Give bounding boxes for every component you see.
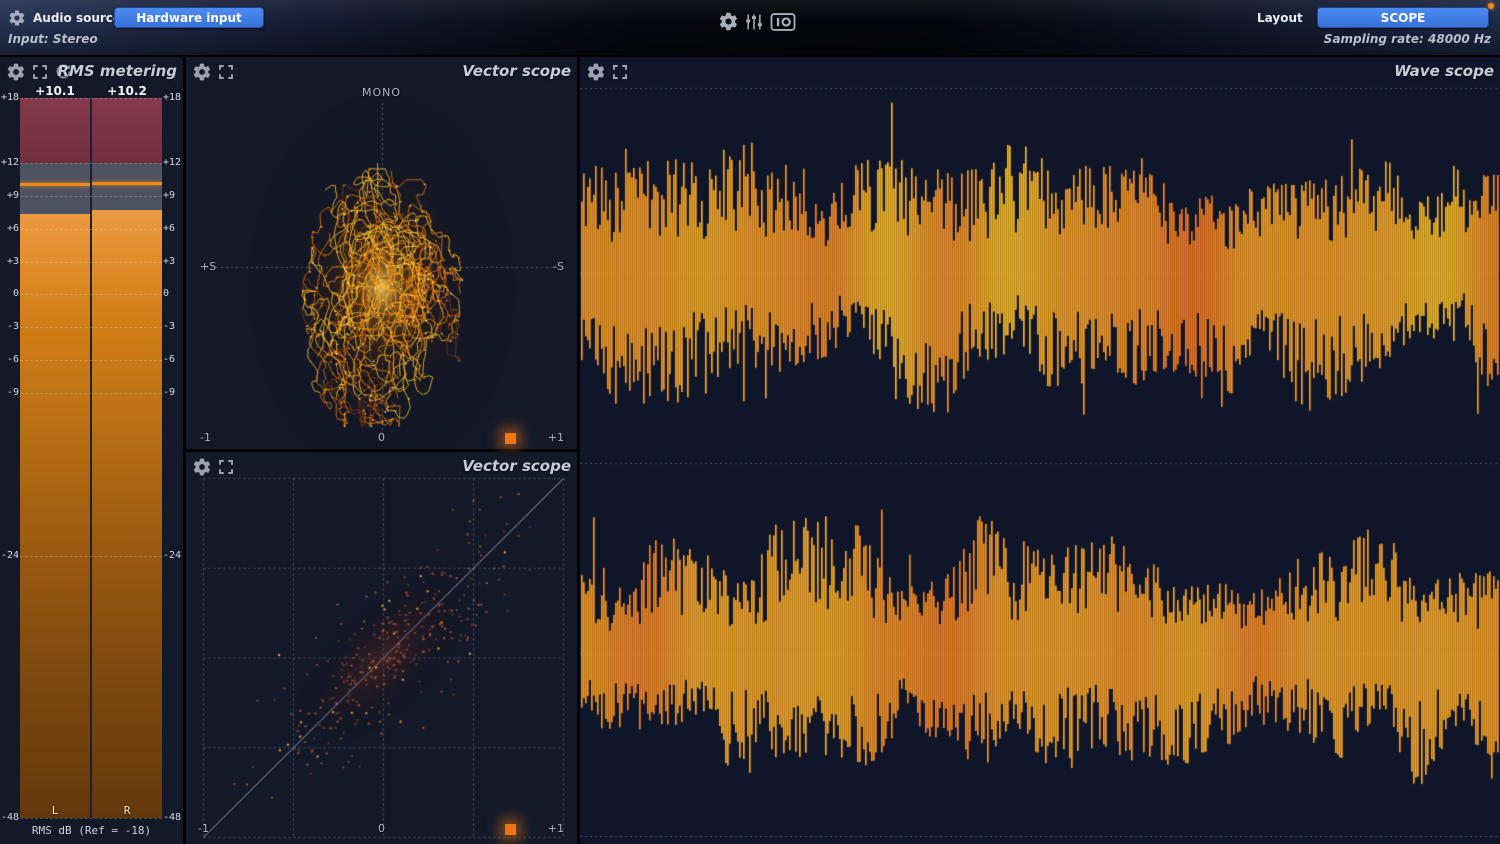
wave-scope-header: Wave scope <box>580 57 1500 88</box>
meter-tick-label: -9 <box>0 387 19 398</box>
channel-label-left: L <box>25 804 85 817</box>
meter-tick-label: -48 <box>163 812 182 823</box>
meter-tick-label: -6 <box>0 354 19 365</box>
input-status: Input: Stereo <box>8 32 98 46</box>
audio-source-gear-icon[interactable] <box>8 9 26 27</box>
vector-scope-2-header: Vector scope <box>186 452 577 483</box>
meter-tick-label: -24 <box>163 550 182 561</box>
x-max-label: +1 <box>548 822 564 835</box>
channel-label-right: R <box>97 804 157 817</box>
vector-scope-xy-panel: Vector scope -1 0 +1 <box>186 452 577 844</box>
scope-marker-square[interactable] <box>505 824 516 835</box>
meter-tick-label: +3 <box>163 256 182 267</box>
layout-label: Layout <box>1257 7 1303 29</box>
meter-tick-label: -9 <box>163 387 182 398</box>
meter-tick-label: +18 <box>163 92 182 103</box>
meter-peak-line-right <box>92 182 162 185</box>
status-dot <box>1488 3 1494 9</box>
meter-value-left: +10.1 <box>25 84 85 98</box>
wave-scope-panel: Wave scope <box>580 57 1500 844</box>
rms-metering-panel: RMS metering +10.1 +10.2 +18 +18 +12 +12 +9 +… <box>0 57 183 844</box>
top-bar: Audio source Hardware input <box>0 0 1500 55</box>
meter-tick-label: +6 <box>0 223 19 234</box>
fullscreen-icon[interactable] <box>611 63 629 81</box>
audio-source-label: Audio source <box>33 7 121 29</box>
meter-tick-label: +12 <box>0 157 19 168</box>
meter-tick-label: +9 <box>163 190 182 201</box>
scope-marker-square[interactable] <box>505 433 516 444</box>
meter-tick-label: -48 <box>0 812 19 823</box>
meter-tick-label: -6 <box>163 354 182 365</box>
meter-caption: RMS dB (Ref = -18) <box>0 824 183 837</box>
meter-tick-label: -3 <box>0 321 19 332</box>
meter-peak-line-left <box>20 183 90 186</box>
meter-tick-label: -24 <box>0 550 19 561</box>
audio-analyzer-app: Audio source Hardware input <box>0 0 1500 844</box>
fullscreen-icon[interactable] <box>217 63 235 81</box>
meter-tick-label: +12 <box>163 157 182 168</box>
meter-tick-label: 0 <box>163 288 182 299</box>
panel-title: Wave scope <box>1394 62 1494 80</box>
meter-tick-label: +18 <box>0 92 19 103</box>
gear-icon[interactable] <box>586 62 606 82</box>
meter-channel-left <box>20 98 90 818</box>
panel-title: Vector scope <box>462 457 571 475</box>
x-mid-label: 0 <box>186 431 577 444</box>
panel-title: RMS metering <box>57 62 177 80</box>
minus-s-axis-label: -S <box>553 260 564 273</box>
x-mid-label: 0 <box>186 822 577 835</box>
gear-icon[interactable] <box>192 457 212 477</box>
vector-scope-1-header: Vector scope <box>186 57 577 88</box>
fullscreen-icon[interactable] <box>31 63 49 81</box>
plus-s-axis-label: +S <box>200 260 216 273</box>
fullscreen-icon[interactable] <box>217 458 235 476</box>
rms-meter-display <box>20 98 162 818</box>
x-max-label: +1 <box>548 431 564 444</box>
gear-icon[interactable] <box>192 62 212 82</box>
meter-tick-label: 0 <box>0 288 19 299</box>
vector-scope-display <box>186 57 577 449</box>
meter-tick-label: +9 <box>0 190 19 201</box>
sampling-rate: Sampling rate: 48000 Hz <box>1324 32 1491 46</box>
hardware-input-button[interactable]: Hardware input <box>114 7 264 28</box>
waveform-display <box>580 57 1500 844</box>
correlation-scatter-display <box>186 452 577 844</box>
meter-value-right: +10.2 <box>97 84 157 98</box>
meter-tick-label: +6 <box>163 223 182 234</box>
vector-scope-polar-panel: Vector scope MONO +S -S -1 0 +1 <box>186 57 577 449</box>
meter-tick-label: +3 <box>0 256 19 267</box>
mono-axis-label: MONO <box>186 86 577 99</box>
panel-title: Vector scope <box>462 62 571 80</box>
meter-channel-right <box>92 98 162 818</box>
scope-button[interactable]: SCOPE <box>1317 7 1489 28</box>
gear-icon[interactable] <box>6 62 26 82</box>
meter-tick-label: -3 <box>163 321 182 332</box>
